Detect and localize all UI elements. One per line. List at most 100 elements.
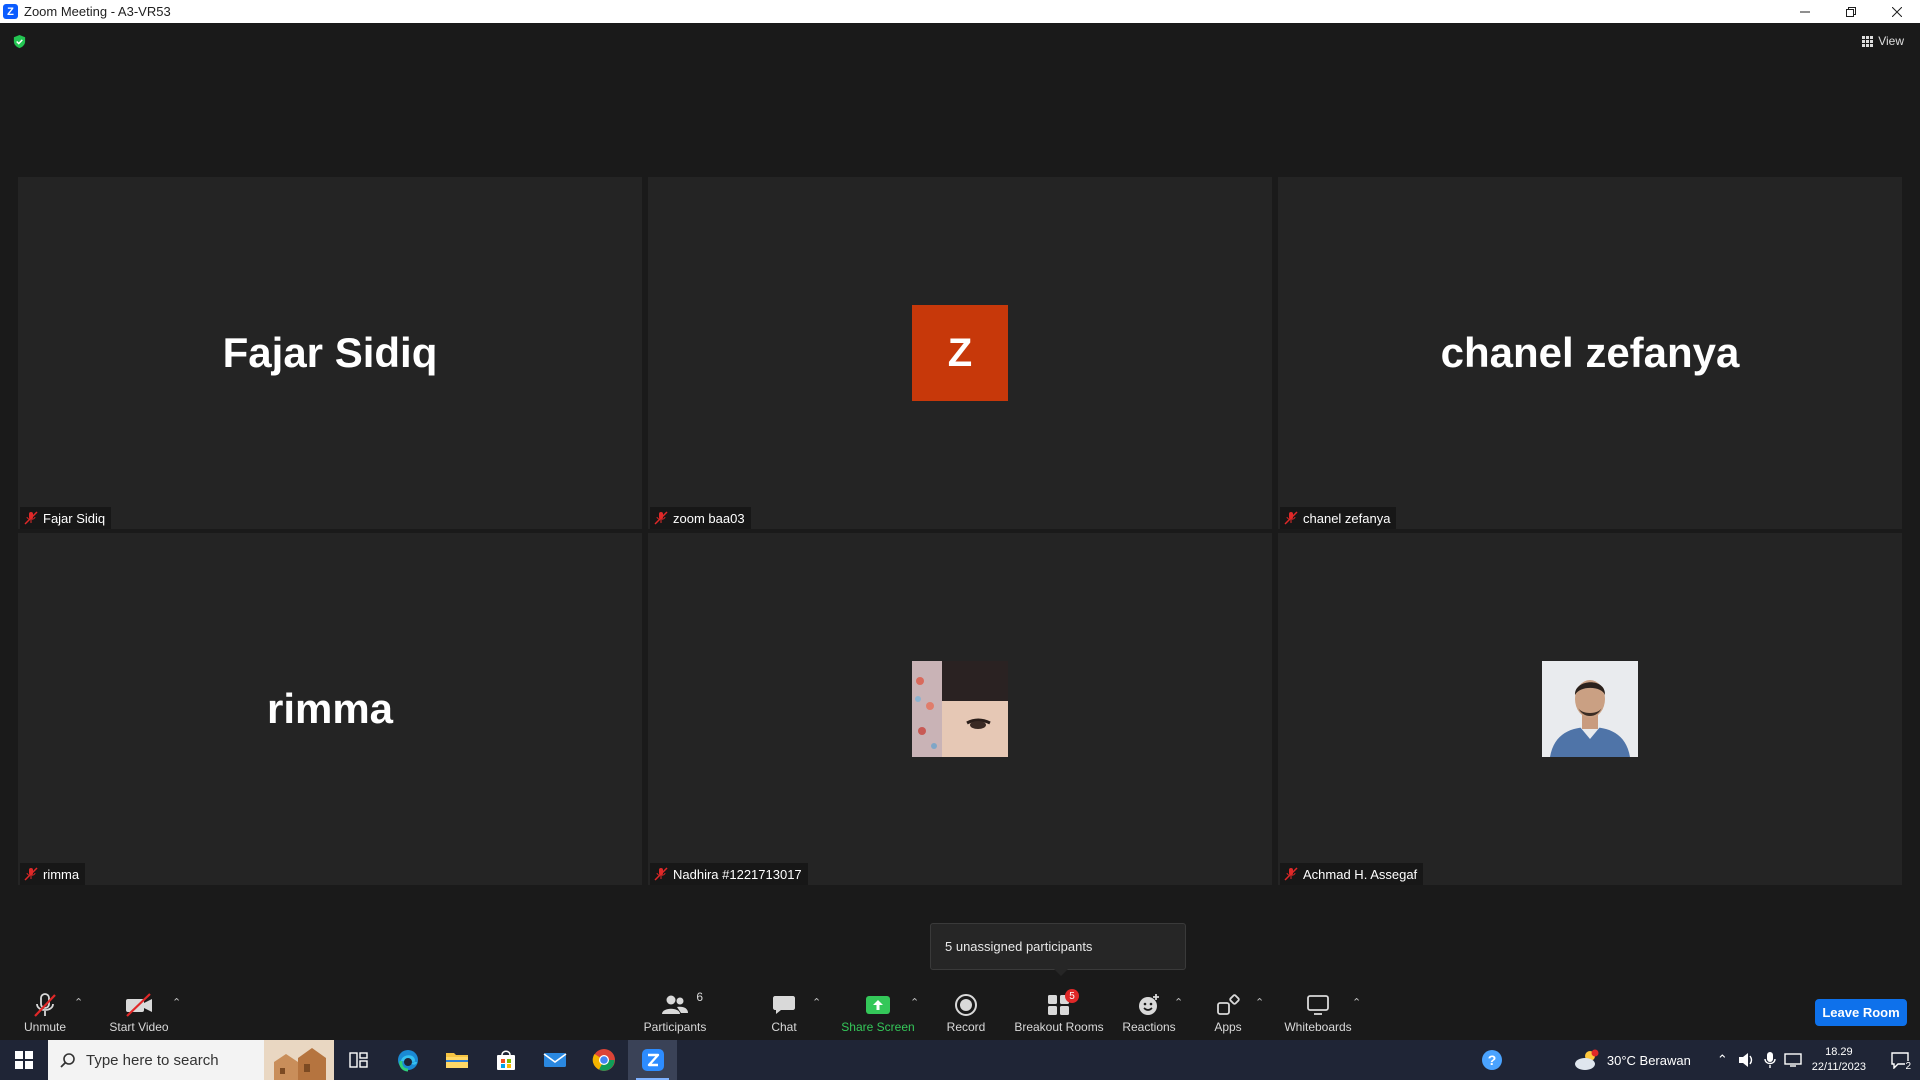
whiteboards-options-chevron-up-icon[interactable]: ⌃ [1352,996,1361,1009]
mail-icon [543,1053,566,1067]
apps-options-chevron-up-icon[interactable]: ⌃ [1255,996,1264,1009]
close-button[interactable] [1874,0,1920,23]
video-tile[interactable]: Z zoom baa03 [648,177,1272,529]
reactions-button[interactable]: Reactions [1122,980,1176,1040]
minimize-button[interactable] [1782,0,1828,23]
participant-nametag: Nadhira #1221713017 [650,863,808,885]
participants-count: 6 [696,990,703,1004]
weather-cloudy-icon[interactable] [1573,1049,1599,1071]
record-icon [955,994,977,1016]
muted-mic-icon [654,511,668,525]
notification-count: 2 [1905,1061,1911,1072]
unassigned-participants-tooltip: 5 unassigned participants [930,923,1186,976]
breakout-rooms-button[interactable]: 5 Breakout Rooms [1012,980,1106,1040]
participant-display-name: rimma [266,685,394,732]
zoom-app-icon [641,1049,664,1071]
windows-taskbar: Type here to search ? 30°C Berawan ⌃ 18.… [0,1040,1920,1080]
whiteboards-label: Whiteboards [1284,1020,1352,1034]
participants-icon [662,995,688,1014]
reactions-options-chevron-up-icon[interactable]: ⌃ [1174,996,1183,1009]
muted-mic-icon [1284,511,1298,525]
participant-name: Achmad H. Assegaf [1303,866,1418,882]
unmute-label: Unmute [23,1020,67,1034]
microphone-icon[interactable] [1764,1051,1776,1069]
video-tile[interactable]: Nadhira #1221713017 [648,533,1272,885]
windows-logo-icon [15,1051,33,1069]
chat-options-chevron-up-icon[interactable]: ⌃ [812,996,821,1009]
share-options-chevron-up-icon[interactable]: ⌃ [910,996,919,1009]
whiteboard-icon [1307,995,1329,1015]
microsoft-store-button[interactable] [481,1040,530,1080]
video-tile[interactable]: rimma rimma [18,533,642,885]
participants-button[interactable]: 6 Participants [640,980,710,1040]
start-video-button[interactable]: Start Video [104,980,174,1040]
chat-button[interactable]: Chat [764,980,804,1040]
task-view-button[interactable] [334,1040,383,1080]
mail-button[interactable] [530,1040,579,1080]
window-title: Zoom Meeting - A3-VR53 [24,4,171,19]
task-view-icon [348,1052,368,1068]
video-options-chevron-up-icon[interactable]: ⌃ [172,996,181,1009]
weather-text[interactable]: 30°C Berawan [1607,1053,1691,1068]
participant-name: rimma [43,866,80,882]
meeting-toolbar: Unmute ⌃ Start Video ⌃ 6 Participants Ch… [0,980,1920,1040]
record-button[interactable]: Record [940,980,992,1040]
clock-date: 22/11/2023 [1811,1061,1866,1073]
participant-nametag: zoom baa03 [650,507,751,529]
apps-label: Apps [1214,1020,1242,1034]
restore-button[interactable] [1828,0,1874,23]
view-label: View [1878,34,1904,48]
avatar: Z [912,305,1008,401]
audio-options-chevron-up-icon[interactable]: ⌃ [74,996,83,1009]
window-controls [1782,0,1920,23]
video-tile[interactable]: chanel zefanya chanel zefanya [1278,177,1902,529]
search-highlight-illustration-icon [264,1040,334,1080]
muted-mic-icon [654,867,668,881]
system-tray: ? 30°C Berawan ⌃ 18.29 22/11/2023 2 [1481,1040,1920,1080]
chat-label: Chat [771,1020,797,1034]
edge-browser-button[interactable] [383,1040,432,1080]
notification-center-button[interactable]: 2 [1880,1040,1920,1080]
start-button[interactable] [0,1040,48,1080]
restore-icon [1846,6,1856,17]
taskbar-search-box[interactable]: Type here to search [48,1040,334,1080]
leave-room-button[interactable]: Leave Room [1815,999,1907,1026]
participant-nametag: rimma [20,863,86,885]
grid-view-icon [1862,35,1874,47]
close-icon [1892,6,1902,17]
participant-name: Fajar Sidiq [43,510,106,526]
tooltip-text: 5 unassigned participants [945,939,1093,954]
video-off-icon [126,993,152,1017]
help-icon[interactable]: ? [1481,1049,1503,1071]
store-bag-icon [496,1050,515,1070]
participant-display-name: chanel zefanya [1440,329,1740,376]
muted-mic-icon [1284,867,1298,881]
unmute-button[interactable]: Unmute [18,980,72,1040]
show-hidden-icons-chevron-up-icon[interactable]: ⌃ [1717,1052,1728,1068]
file-explorer-button[interactable] [432,1040,481,1080]
participant-display-name: Fajar Sidiq [222,329,438,376]
participants-label: Participants [643,1020,707,1034]
avatar [1542,661,1638,757]
chrome-browser-button[interactable] [579,1040,628,1080]
taskbar-clock[interactable]: 18.29 22/11/2023 [1812,1045,1866,1075]
speaker-volume-icon[interactable] [1738,1052,1756,1068]
breakout-rooms-label: Breakout Rooms [1014,1020,1104,1034]
zoom-taskbar-button[interactable] [628,1040,677,1080]
search-icon [60,1053,75,1068]
video-tile[interactable]: Achmad H. Assegaf [1278,533,1902,885]
participant-nametag: chanel zefanya [1280,507,1397,529]
share-screen-button[interactable]: Share Screen [840,980,916,1040]
profile-photo-image [912,661,1008,757]
svg-text:?: ? [1488,1052,1497,1068]
video-tile[interactable]: Fajar Sidiq Fajar Sidiq [18,177,642,529]
breakout-rooms-badge: 5 [1065,989,1079,1003]
apps-button[interactable]: Apps [1208,980,1248,1040]
view-button[interactable]: View [1862,31,1904,51]
record-label: Record [946,1020,986,1034]
network-ethernet-icon[interactable] [1784,1052,1802,1068]
share-screen-icon [866,996,890,1014]
whiteboards-button[interactable]: Whiteboards [1282,980,1354,1040]
profile-photo-image [1542,661,1638,757]
encryption-shield-icon[interactable] [12,34,27,49]
